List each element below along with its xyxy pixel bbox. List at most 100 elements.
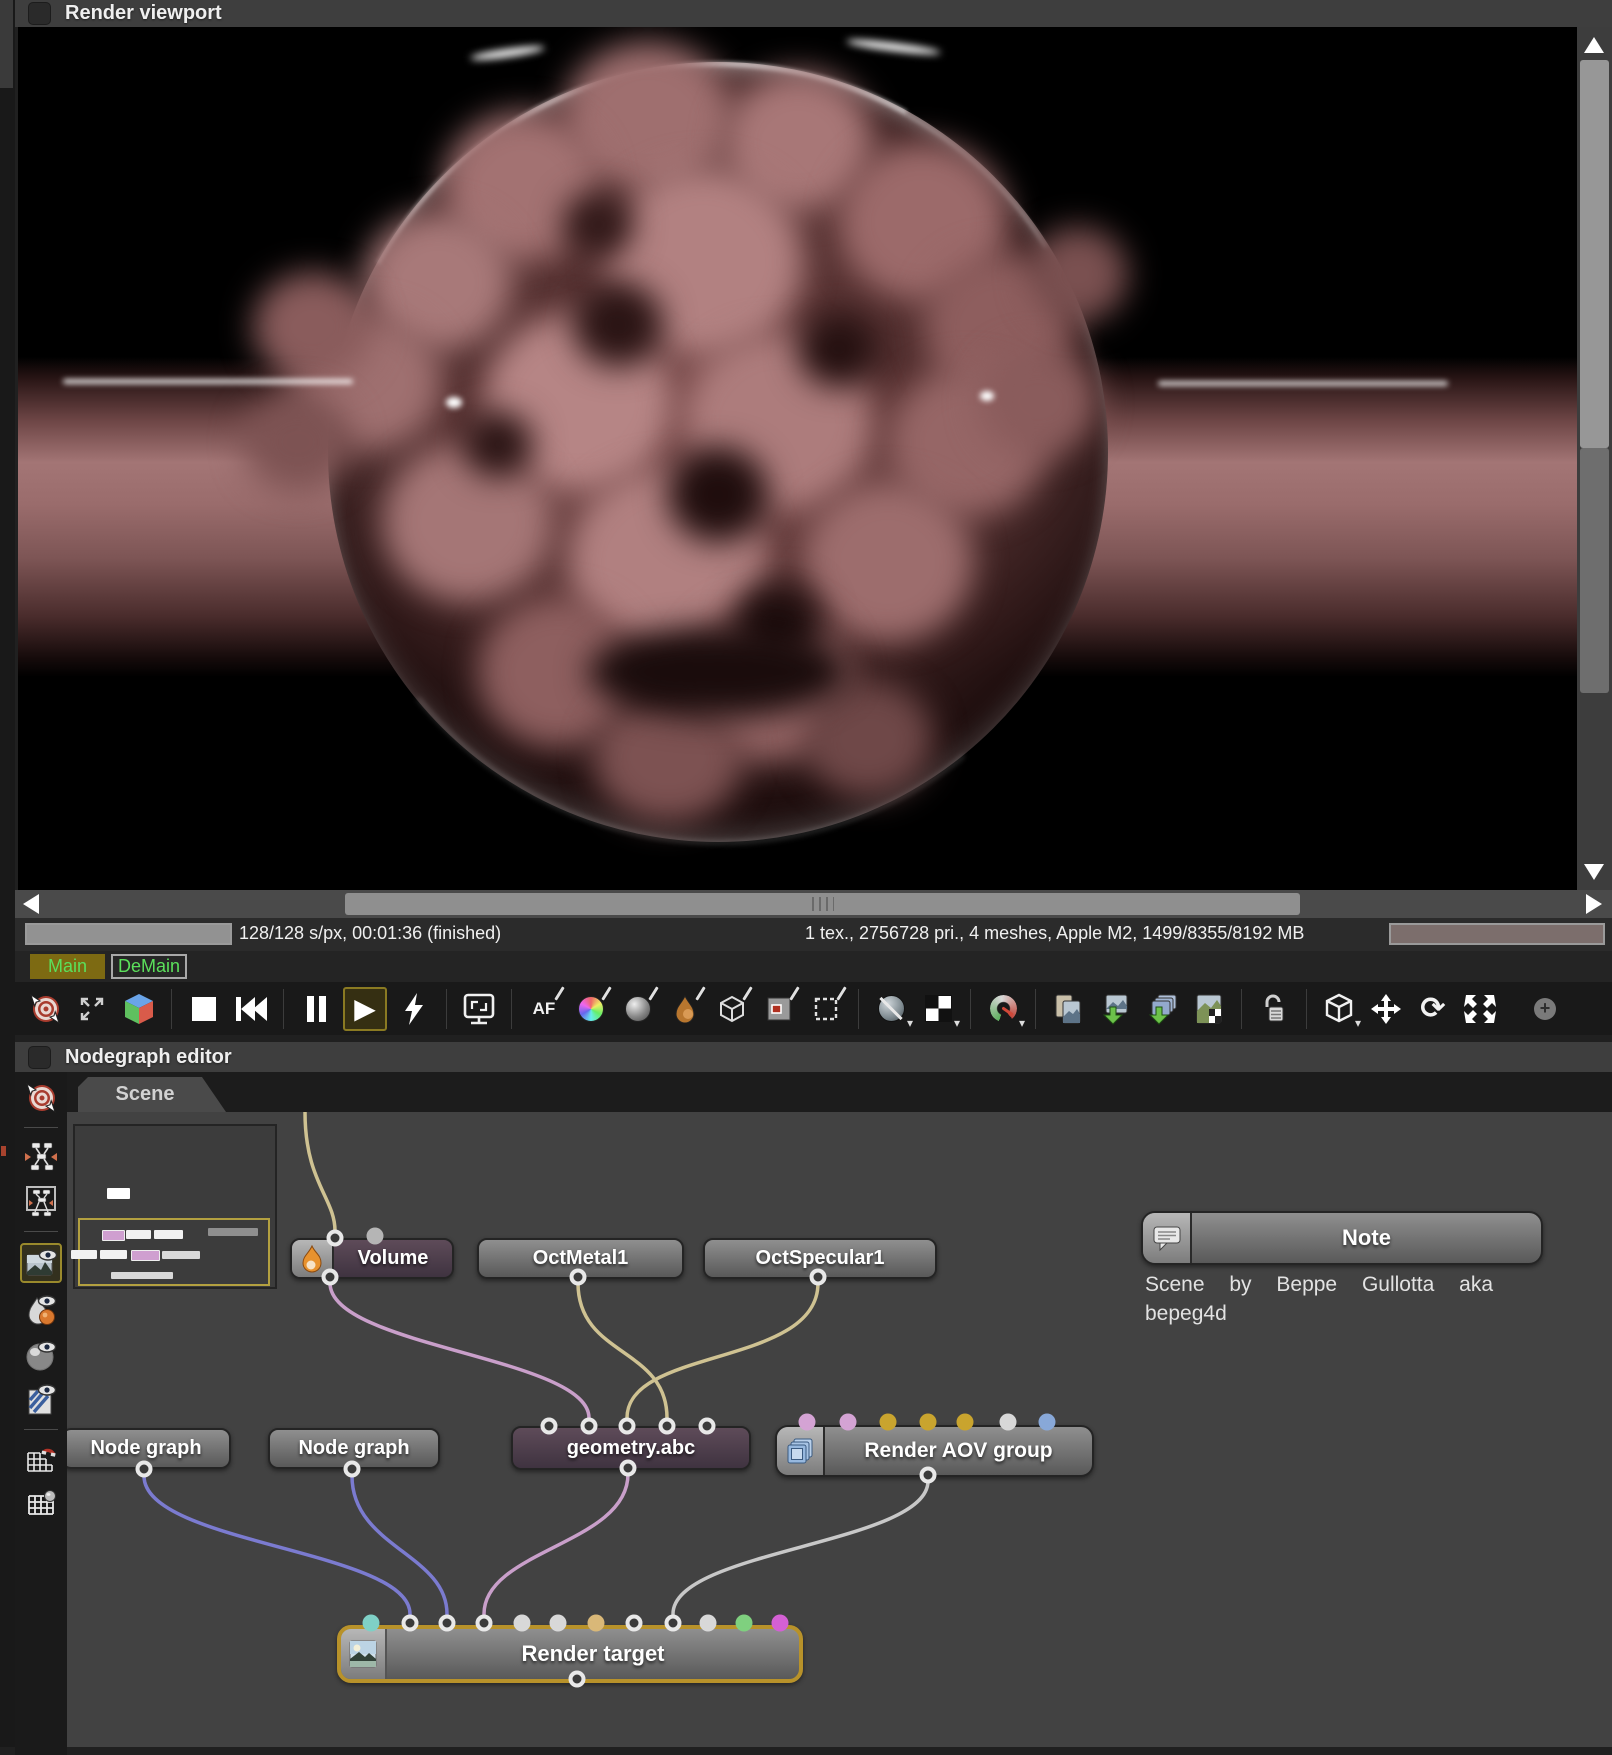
aov-pin-1[interactable] — [798, 1413, 816, 1431]
lock-image-button[interactable] — [1254, 989, 1294, 1029]
geometry-output-pin[interactable] — [619, 1459, 637, 1477]
zoom-fit-button[interactable] — [1460, 989, 1500, 1029]
rt-pin-7[interactable] — [587, 1614, 605, 1632]
expand-nodes-frame-icon[interactable] — [22, 1184, 60, 1220]
render-target-picker-icon[interactable] — [25, 989, 65, 1029]
aov-pin-7[interactable] — [1038, 1413, 1056, 1431]
rt-output-pin[interactable] — [568, 1670, 586, 1688]
scroll-down-arrow[interactable] — [1584, 864, 1604, 880]
preview-texture-icon[interactable] — [22, 1382, 60, 1418]
nodegraph1-output-pin[interactable] — [135, 1460, 153, 1478]
scroll-left-arrow[interactable] — [23, 894, 39, 914]
specular-glint — [845, 37, 942, 57]
preview-image-icon[interactable] — [20, 1243, 62, 1283]
nodegraph2-output-pin[interactable] — [343, 1460, 361, 1478]
volume-output-pin[interactable] — [321, 1268, 339, 1286]
tab-main[interactable]: Main — [30, 954, 105, 979]
tab-demain[interactable]: DeMain — [111, 954, 187, 979]
autofocus-picker-button[interactable]: AF — [524, 989, 564, 1029]
vscroll-thumb[interactable] — [1580, 60, 1609, 448]
render-gauge-button[interactable]: ▾ — [983, 989, 1025, 1030]
rt-pin-10[interactable] — [699, 1614, 717, 1632]
rt-pin-4[interactable] — [475, 1614, 493, 1632]
preview-mode-cube-icon[interactable] — [119, 989, 159, 1029]
resize-viewport-icon[interactable] — [72, 989, 112, 1029]
nodegraph-canvas[interactable]: Volume OctMetal1 OctSpecular1 Note Scene… — [67, 1112, 1612, 1747]
vscroll-thumb-dim[interactable] — [1580, 448, 1609, 693]
aov-pin-3[interactable] — [879, 1413, 897, 1431]
save-image-button[interactable] — [1095, 989, 1135, 1029]
aov-pin-5[interactable] — [956, 1413, 974, 1431]
rt-pin-6[interactable] — [549, 1614, 567, 1632]
nodegraph-collapse-checkbox[interactable] — [28, 1045, 51, 1069]
rt-pin-2[interactable] — [401, 1614, 419, 1632]
rt-pin-5[interactable] — [513, 1614, 531, 1632]
background-checker-button[interactable]: ▾ — [918, 989, 960, 1030]
aov-pin-2[interactable] — [839, 1413, 857, 1431]
pause-render-button[interactable] — [296, 989, 336, 1029]
expand-nodes-icon[interactable] — [22, 1139, 60, 1175]
material-picker-button[interactable] — [665, 989, 705, 1029]
copy-image-button[interactable] — [1048, 989, 1088, 1029]
volume-input-pin[interactable] — [326, 1229, 344, 1247]
sampling-progress-bar — [25, 923, 232, 945]
octspecular1-output-pin[interactable] — [809, 1268, 827, 1286]
aov-pin-6[interactable] — [999, 1413, 1017, 1431]
geometry-input-pin-1[interactable] — [540, 1417, 558, 1435]
status-bar: 128/128 s/px, 00:01:36 (finished) 1 tex.… — [15, 918, 1612, 951]
restart-render-button[interactable] — [231, 989, 271, 1029]
preview-renderball-icon[interactable] — [22, 1337, 60, 1373]
rt-pin-8[interactable] — [625, 1614, 643, 1632]
film-region-picker-button[interactable] — [806, 989, 846, 1029]
rt-pin-12[interactable] — [771, 1614, 789, 1632]
snap-grid-magnet-icon[interactable] — [22, 1441, 60, 1477]
render-target-icon[interactable] — [22, 1080, 60, 1116]
aov-output-pin[interactable] — [919, 1466, 937, 1484]
play-render-button[interactable]: ▶ — [343, 986, 387, 1031]
rt-pin-11[interactable] — [735, 1614, 753, 1632]
pan-tool-button[interactable] — [1366, 989, 1406, 1029]
save-all-layers-button[interactable] — [1142, 989, 1182, 1029]
render-passes-button[interactable] — [1189, 989, 1229, 1029]
white-balance-picker-button[interactable] — [571, 989, 611, 1029]
geometry-input-pin-2[interactable] — [580, 1417, 598, 1435]
render-toolbar: ▶ AF ▾ ▾ ▾ ▾ ⟳ + — [15, 982, 1612, 1035]
geometry-input-pin-5[interactable] — [698, 1417, 716, 1435]
pick-zoom-tool-button[interactable]: ▾ — [871, 989, 913, 1030]
render-priority-lightning-icon[interactable] — [394, 989, 434, 1029]
geometry-input-pin-4[interactable] — [658, 1417, 676, 1435]
orbit-tool-button[interactable]: ⟳ — [1413, 989, 1453, 1029]
render-viewport-title: Render viewport — [65, 2, 222, 24]
tube-highlight — [1158, 381, 1448, 386]
geometry-input-pin-3[interactable] — [618, 1417, 636, 1435]
object-picker-button[interactable] — [712, 989, 752, 1029]
node-note[interactable]: Note — [1141, 1211, 1543, 1265]
specular-glint — [446, 397, 462, 408]
camera-mode-cube-button[interactable]: ▾ — [1319, 989, 1361, 1030]
render-image[interactable] — [18, 27, 1577, 890]
stop-render-button[interactable] — [184, 989, 224, 1029]
octmetal1-output-pin[interactable] — [569, 1268, 587, 1286]
minimap-view-rect[interactable] — [71, 1218, 270, 1286]
rt-pin-3[interactable] — [438, 1614, 456, 1632]
render-viewport-collapse-checkbox[interactable] — [28, 2, 51, 25]
scroll-right-arrow[interactable] — [1586, 894, 1602, 914]
note-speech-icon — [1143, 1213, 1192, 1263]
rt-pin-9[interactable] — [664, 1614, 682, 1632]
preview-material-icon[interactable] — [22, 1292, 60, 1328]
focus-picker-button[interactable] — [618, 989, 658, 1029]
viewport-vscrollbar[interactable] — [1577, 27, 1612, 890]
show-grid-icon[interactable] — [22, 1486, 60, 1522]
hscroll-thumb[interactable] — [345, 893, 1300, 915]
lock-resolution-icon[interactable] — [459, 989, 499, 1029]
volume-unconnected-pin[interactable] — [366, 1227, 384, 1245]
nodegraph-minimap[interactable] — [71, 1124, 277, 1289]
scroll-up-arrow[interactable] — [1584, 37, 1604, 53]
aov-pin-4[interactable] — [919, 1413, 937, 1431]
nodegraph-title: Nodegraph editor — [65, 1045, 232, 1068]
render-region-picker-button[interactable] — [759, 989, 799, 1029]
tab-scene[interactable]: Scene — [78, 1077, 226, 1112]
add-viewport-button[interactable]: + — [1525, 989, 1565, 1029]
viewport-hscrollbar[interactable] — [15, 890, 1612, 918]
rt-pin-1[interactable] — [362, 1614, 380, 1632]
